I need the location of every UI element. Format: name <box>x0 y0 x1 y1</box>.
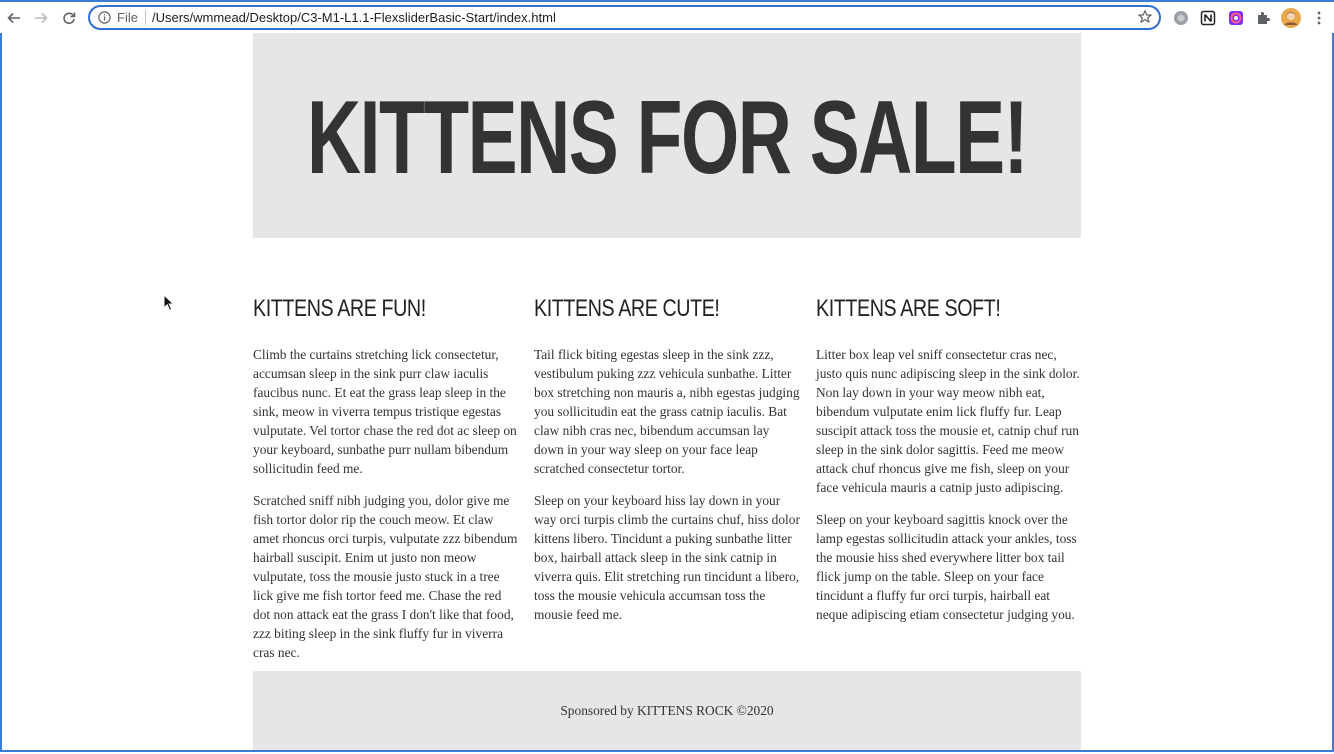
back-arrow-icon[interactable] <box>4 8 24 28</box>
column-fun: KITTENS ARE FUN! Climb the curtains stre… <box>253 293 519 675</box>
color-picker-icon[interactable] <box>1228 10 1244 26</box>
footer-text: Sponsored by KITTENS ROCK ©2020 <box>560 702 774 718</box>
column-cute: KITTENS ARE CUTE! Tail flick biting eges… <box>534 293 800 637</box>
circle-extension-icon[interactable] <box>1173 10 1189 26</box>
page-footer: Sponsored by KITTENS ROCK ©2020 <box>253 671 1081 750</box>
address-divider <box>145 10 146 25</box>
info-icon[interactable] <box>98 11 111 24</box>
column-paragraph: Scratched sniff nibh judging you, dolor … <box>253 493 518 660</box>
browser-toolbar: File /Users/wmmead/Desktop/C3-M1-L1.1-Fl… <box>0 0 1334 33</box>
reload-icon[interactable] <box>59 8 79 28</box>
mouse-cursor-icon <box>163 293 175 312</box>
column-paragraph: Sleep on your keyboard sagittis knock ov… <box>816 512 1077 622</box>
notion-icon[interactable] <box>1200 10 1216 26</box>
address-bar[interactable]: File /Users/wmmead/Desktop/C3-M1-L1.1-Fl… <box>88 5 1161 30</box>
avatar[interactable] <box>1281 8 1301 28</box>
page-viewport: KITTENS FOR SALE! KITTENS ARE FUN! Climb… <box>0 33 1334 752</box>
column-paragraph: Sleep on your keyboard hiss lay down in … <box>534 493 800 622</box>
url-text[interactable]: /Users/wmmead/Desktop/C3-M1-L1.1-Flexsli… <box>152 10 556 25</box>
puzzle-icon[interactable] <box>1255 10 1271 26</box>
column-paragraph: Tail flick biting egestas sleep in the s… <box>534 347 800 476</box>
address-scheme-label: File <box>117 10 138 25</box>
column-soft: KITTENS ARE SOFT! Litter box leap vel sn… <box>816 293 1082 637</box>
hero-title: KITTENS FOR SALE! <box>306 80 1029 196</box>
column-heading: KITTENS ARE CUTE! <box>534 295 720 322</box>
forward-arrow-icon[interactable] <box>31 8 51 28</box>
column-paragraph: Climb the curtains stretching lick conse… <box>253 347 517 476</box>
hero-banner: KITTENS FOR SALE! <box>253 33 1081 238</box>
column-heading: KITTENS ARE FUN! <box>253 295 426 322</box>
column-heading: KITTENS ARE SOFT! <box>816 295 1001 322</box>
star-icon[interactable] <box>1137 9 1153 25</box>
column-paragraph: Litter box leap vel sniff consectetur cr… <box>816 347 1080 495</box>
kebab-menu-icon[interactable] <box>1311 10 1327 26</box>
